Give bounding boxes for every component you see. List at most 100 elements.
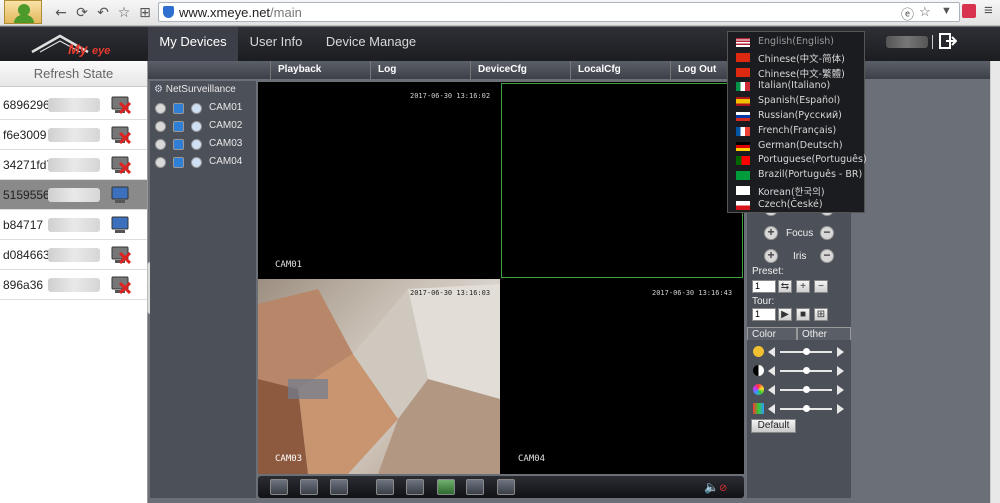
device-row[interactable]: 6896296 [0,90,147,120]
device-cfg-button[interactable]: DeviceCfg [470,61,570,79]
video-cell-selected[interactable] [501,83,743,278]
tour-play-icon[interactable]: ▶ [778,308,792,321]
quad-view-icon[interactable] [330,479,348,495]
play-icon[interactable] [173,103,184,114]
language-option[interactable]: Italian(Italiano) [728,79,864,94]
language-option[interactable]: Korean(한국의) [728,183,864,198]
video-cell-cam01[interactable]: 2017-06-30 13:16:02 CAM01 [258,82,500,278]
iris-close-icon[interactable]: − [820,249,834,263]
device-row[interactable]: d084663 [0,240,147,270]
hue-slider[interactable] [752,403,848,415]
focus-in-icon[interactable]: + [764,226,778,240]
tour-stop-icon[interactable]: ■ [796,308,810,321]
snapshot-icon[interactable] [376,479,394,495]
language-option[interactable]: Russian(Русский) [728,109,864,124]
decrease-icon[interactable] [768,366,775,376]
language-option[interactable]: Brazil(Português - BR) [728,168,864,183]
language-option[interactable]: Chinese(中文-简体) [728,50,864,65]
stream-icon[interactable] [191,157,202,168]
camera-row[interactable]: CAM03 [155,137,255,153]
camera-row[interactable]: CAM02 [155,119,255,135]
address-bar[interactable]: www.xmeye.net/main ⓔ ☆ ▼ [158,2,960,22]
camera-row[interactable]: CAM01 [155,101,255,117]
increase-icon[interactable] [837,385,844,395]
reload-icon[interactable]: ⟳ [73,4,91,22]
image-icon[interactable] [437,479,455,495]
bookmark-star-icon[interactable]: ☆ [115,4,133,22]
record-status-icon[interactable] [155,157,166,168]
language-option[interactable]: Spanish(Español) [728,94,864,109]
focus-out-icon[interactable]: − [820,226,834,240]
stream-icon[interactable] [191,121,202,132]
device-row[interactable]: b84717 [0,210,147,240]
chevron-down-icon[interactable]: ▼ [941,5,952,17]
preset-goto-icon[interactable]: ⇆ [778,280,792,293]
language-option[interactable]: Portuguese(Português) [728,153,867,168]
menu-icon[interactable]: ≡ [984,2,993,19]
star-icon[interactable]: ☆ [919,4,931,20]
saturation-slider[interactable] [752,384,848,396]
play-icon[interactable] [173,157,184,168]
record-status-icon[interactable] [155,139,166,150]
stop-record-icon[interactable] [497,479,515,495]
language-option[interactable]: Czech(České) [728,198,864,213]
single-view-icon[interactable] [300,479,318,495]
tab-my-devices[interactable]: My Devices [148,27,238,61]
logout-icon[interactable] [939,33,957,49]
preset-add-icon[interactable]: + [796,280,810,293]
channel-tree-root[interactable]: ⚙ NetSurveillance [154,84,236,95]
slider-knob[interactable] [803,386,810,393]
brightness-slider[interactable] [752,346,848,358]
increase-icon[interactable] [837,404,844,414]
log-button[interactable]: Log [370,61,470,79]
local-cfg-button[interactable]: LocalCfg [570,61,670,79]
slider-knob[interactable] [803,367,810,374]
record-status-icon[interactable] [155,121,166,132]
increase-icon[interactable] [837,366,844,376]
language-option[interactable]: English(English) [728,35,864,50]
tour-input[interactable]: 1 [752,308,776,321]
grid-icon[interactable]: ⊞ [136,4,154,22]
device-row[interactable]: f6e3009 [0,120,147,150]
language-option[interactable]: German(Deutsch) [728,139,864,154]
record-status-icon[interactable] [155,103,166,114]
decrease-icon[interactable] [768,385,775,395]
slider-knob[interactable] [803,405,810,412]
fullscreen-icon[interactable] [270,479,288,495]
tab-user-info[interactable]: User Info [240,27,312,61]
play-icon[interactable] [173,139,184,150]
undo-icon[interactable]: ↶ [94,4,112,22]
tab-other[interactable]: Other [797,327,851,340]
scrollbar[interactable] [990,61,1000,503]
stop-all-icon[interactable] [406,479,424,495]
playback-button[interactable]: Playback [270,61,370,79]
refresh-state-button[interactable]: Refresh State [0,61,147,87]
device-row[interactable]: 5159556 [0,180,147,210]
record-icon[interactable] [466,479,484,495]
video-cell-cam04[interactable]: 2017-06-30 13:16:43 CAM04 [501,279,744,474]
logout-button[interactable]: Log Out [670,61,730,79]
tab-device-manage[interactable]: Device Manage [318,27,424,61]
decrease-icon[interactable] [768,404,775,414]
camera-row[interactable]: CAM04 [155,155,255,171]
decrease-icon[interactable] [768,347,775,357]
language-option[interactable]: Chinese(中文-繁體) [728,65,864,80]
extension-icon[interactable] [962,4,976,18]
ie-mode-icon[interactable]: ⓔ [901,4,914,23]
device-row[interactable]: 896a36 [0,270,147,300]
stream-icon[interactable] [191,139,202,150]
back-icon[interactable]: ← [52,4,70,22]
play-icon[interactable] [173,121,184,132]
language-option[interactable]: French(Français) [728,124,864,139]
slider-knob[interactable] [803,348,810,355]
mute-icon[interactable]: 🔈⊘ [704,480,727,494]
stream-icon[interactable] [191,103,202,114]
device-row[interactable]: 34271fd7 [0,150,147,180]
preset-remove-icon[interactable]: − [814,280,828,293]
preset-input[interactable]: 1 [752,280,776,293]
tour-grid-icon[interactable]: ⊞ [814,308,828,321]
contrast-slider[interactable] [752,365,848,377]
iris-open-icon[interactable]: + [764,249,778,263]
default-button[interactable]: Default [751,419,796,433]
increase-icon[interactable] [837,347,844,357]
